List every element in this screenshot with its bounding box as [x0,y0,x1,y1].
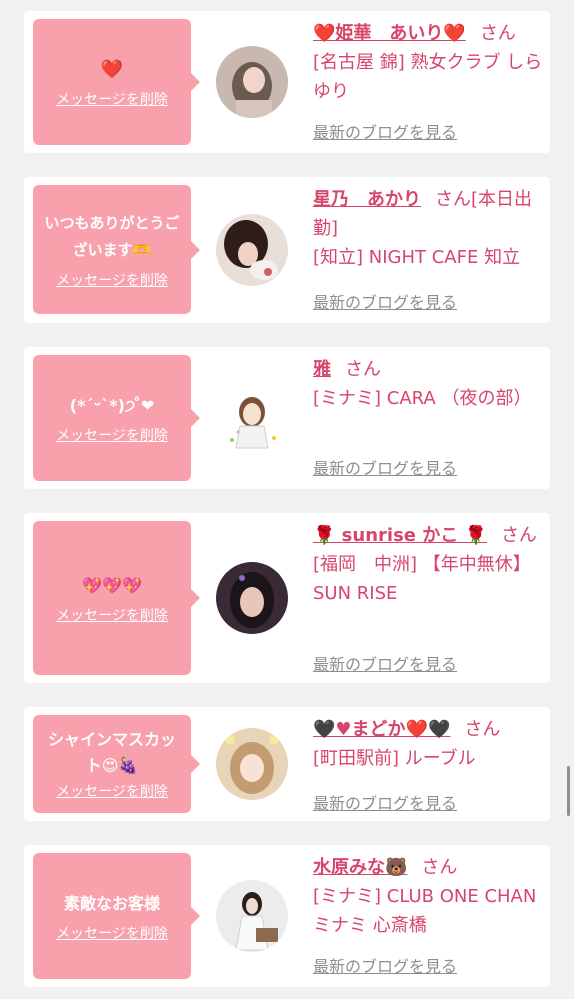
message-card: シャインマスカット😍🍇 メッセージを削除 🖤♥まどか❤️🖤 さん [町田駅前] ル… [24,707,550,821]
sender-info: 星乃 あかり さん[本日出勤] [知立] NIGHT CAFE 知立 [313,185,543,272]
avatar-photo-icon [216,214,288,286]
message-text: 素敵なお客様 [63,893,160,913]
sender-name-link[interactable]: 雅 [313,359,331,380]
message-card: (*ˊᵕˋ*)੭ ̊❤ メッセージを削除 雅さん [ミナミ] CARA （夜の部… [24,347,550,489]
honorific: さん [500,525,537,546]
message-text: シャインマスカット😍🍇 [47,730,176,775]
blog-link[interactable]: 最新のブログを見る [313,953,457,977]
blog-link[interactable]: 最新のブログを見る [313,790,457,814]
honorific: さん [345,359,381,380]
avatar[interactable] [216,562,288,634]
delete-message-link[interactable]: メッセージを削除 [56,89,168,109]
message-card: ❤️ メッセージを削除 ❤️姫華 あいり❤️ さん [名古屋 錦] 熟女クラブ し… [24,11,550,153]
sender-name-link[interactable]: 🌹 sunrise かこ 🌹 [313,525,487,546]
avatar-photo-icon [216,728,288,800]
sender-info: 水原みな🐻 さん [ミナミ] CLUB ONE CHAN ミナミ 心斎橋 [313,853,543,940]
message-card: 素敵なお客様 メッセージを削除 水原みな🐻 さん [ミナミ] CLUB ONE C… [24,845,550,987]
sender-name-link[interactable]: 水原みな🐻 [313,857,407,878]
avatar[interactable] [216,880,288,952]
avatar[interactable] [216,728,288,800]
avatar-illustration-icon [216,382,288,454]
message-text: (*ˊᵕˋ*)੭ ̊❤ [69,395,155,415]
blog-link[interactable]: 最新のブログを見る [313,119,457,143]
sender-info: 🖤♥まどか❤️🖤 さん [町田駅前] ルーブル [313,715,543,773]
shop-name: [名古屋 錦] 熟女クラブ しらゆり [313,52,543,102]
avatar-photo-icon [216,46,288,118]
message-bubble: ❤️ メッセージを削除 [33,19,200,145]
delete-message-link[interactable]: メッセージを削除 [56,270,168,290]
avatar[interactable] [216,46,288,118]
blog-link[interactable]: 最新のブログを見る [313,455,457,479]
message-text: 💖💖💖 [82,575,142,595]
sender-name-link[interactable]: 🖤♥まどか❤️🖤 [313,719,450,740]
message-bubble: 素敵なお客様 メッセージを削除 [33,853,200,979]
avatar[interactable] [216,214,288,286]
honorific: さん [464,719,501,740]
message-card: いつもありがとうございます🫶 メッセージを削除 星乃 あかり さん[本日出勤] [… [24,177,550,323]
sender-info: ❤️姫華 あいり❤️ さん [名古屋 錦] 熟女クラブ しらゆり [313,19,543,106]
delete-message-link[interactable]: メッセージを削除 [56,425,168,445]
blog-link[interactable]: 最新のブログを見る [313,289,457,313]
sender-name-link[interactable]: 星乃 あかり [313,189,421,210]
message-card: 💖💖💖 メッセージを削除 🌹 sunrise かこ 🌹 さん [福岡 中洲] 【年… [24,513,550,683]
honorific: さん [479,23,516,44]
message-bubble: (*ˊᵕˋ*)੭ ̊❤ メッセージを削除 [33,355,200,481]
message-text: ❤️ [100,58,124,80]
delete-message-link[interactable]: メッセージを削除 [56,923,168,943]
shop-name: [町田駅前] ルーブル [313,748,476,769]
delete-message-link[interactable]: メッセージを削除 [56,781,168,801]
delete-message-link[interactable]: メッセージを削除 [56,605,168,625]
avatar[interactable] [216,382,288,454]
shop-name: [福岡 中洲] 【年中無休】SUN RISE [313,554,531,604]
sender-info: 雅さん [ミナミ] CARA （夜の部） [313,355,543,413]
shop-name: [知立] NIGHT CAFE 知立 [313,247,521,268]
blog-link[interactable]: 最新のブログを見る [313,651,457,675]
message-bubble: シャインマスカット😍🍇 メッセージを削除 [33,715,200,813]
honorific: さん [421,857,458,878]
shop-name: [ミナミ] CARA （夜の部） [313,388,532,409]
message-bubble: いつもありがとうございます🫶 メッセージを削除 [33,185,200,314]
sender-name-link[interactable]: ❤️姫華 あいり❤️ [313,23,466,44]
shop-name: [ミナミ] CLUB ONE CHAN ミナミ 心斎橋 [313,886,537,936]
scrollbar[interactable] [567,766,570,816]
avatar-photo-icon [216,880,288,952]
message-text: いつもありがとうございます🫶 [44,213,180,259]
avatar-photo-icon [216,562,288,634]
message-bubble: 💖💖💖 メッセージを削除 [33,521,200,675]
sender-info: 🌹 sunrise かこ 🌹 さん [福岡 中洲] 【年中無休】SUN RISE [313,521,543,608]
